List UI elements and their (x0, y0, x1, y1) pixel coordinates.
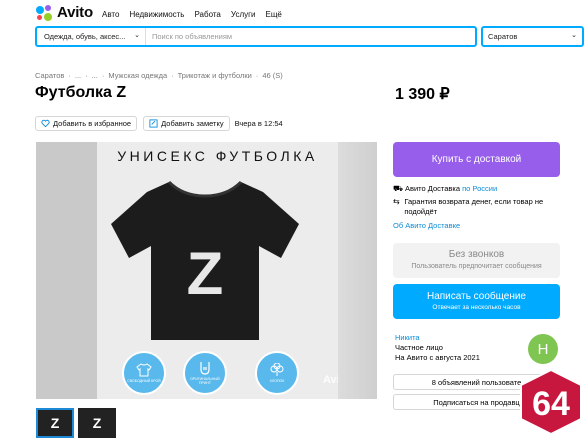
page-title: Футболка Z (35, 84, 127, 101)
city-select[interactable]: Саратов ⌄ (481, 26, 584, 47)
delivery-info: ⛟ Авито Доставка по России ⇆ Гарантия во… (393, 184, 563, 234)
nav-jobs[interactable]: Работа (194, 10, 220, 19)
breadcrumb-separator: · (85, 71, 88, 80)
tshirt-image: Z (111, 180, 299, 340)
thumbnail[interactable]: Z (78, 408, 116, 438)
buy-with-delivery-button[interactable]: Купить с доставкой (393, 142, 560, 177)
rock-hand-icon (200, 362, 210, 375)
chevron-down-icon: ⌄ (134, 32, 140, 39)
note-icon (149, 119, 158, 128)
breadcrumb-item[interactable]: Трикотаж и футболки (178, 71, 252, 80)
search-row: Одежда, обувь, аксес... ⌄ Поиск по объяв… (35, 26, 584, 48)
breadcrumb-item[interactable]: Мужская одежда (108, 71, 167, 80)
add-note-button[interactable]: Добавить заметку (143, 116, 230, 131)
truck-icon: ⛟ (393, 184, 404, 193)
badge-label: ХЛОПОК (269, 379, 285, 383)
seller-name[interactable]: Никита (395, 333, 480, 343)
city-select-label: Саратов (488, 32, 518, 41)
breadcrumb-separator: · (101, 71, 105, 80)
seller-type: Частное лицо (395, 343, 443, 352)
nav-realty[interactable]: Недвижимость (129, 10, 184, 19)
logo-text: Avito (57, 4, 93, 21)
no-calls-panel: Без звонков Пользователь предпочитает со… (393, 243, 560, 278)
guarantee-text: Гарантия возврата денег, если товар не п… (404, 197, 544, 216)
add-note-label: Добавить заметку (161, 119, 224, 128)
listing-actions: Добавить в избранное Добавить заметку Вч… (35, 116, 283, 131)
avatar[interactable]: Н (528, 334, 558, 364)
avito-logo[interactable]: Avito (36, 4, 93, 21)
search-box: Одежда, обувь, аксес... ⌄ Поиск по объяв… (35, 26, 477, 47)
tshirt-print-letter: Z (187, 240, 224, 307)
region-64-badge-text: 64 (532, 385, 570, 423)
seller-since: На Авито с августа 2021 (395, 353, 480, 362)
return-icon: ⇆ (393, 197, 400, 206)
photo-backdrop (338, 142, 377, 399)
about-delivery-link[interactable]: Об Авито Доставке (393, 221, 460, 231)
nav-services[interactable]: Услуги (231, 10, 256, 19)
no-calls-title: Без звонков (448, 249, 505, 260)
cotton-icon (270, 363, 284, 376)
breadcrumb-separator: · (68, 71, 71, 80)
photo-heading: УНИСЕКС ФУТБОЛКА (117, 148, 318, 164)
breadcrumb-separator: · (171, 71, 174, 80)
photo-gallery[interactable]: УНИСЕКС ФУТБОЛКА Z СВОБОДНЫЙ КРОЙ ОРИГИН… (36, 142, 377, 399)
main-nav: Авто Недвижимость Работа Услуги Ещё (102, 10, 282, 19)
write-message-button[interactable]: Написать сообщение Отвечает за несколько… (393, 284, 560, 319)
price: 1 390 ₽ (395, 86, 450, 103)
breadcrumb-item[interactable]: Саратов (35, 71, 64, 80)
thumbnail-strip: Z Z (36, 408, 116, 438)
chevron-down-icon: ⌄ (571, 32, 577, 39)
breadcrumb-separator: · (255, 71, 259, 80)
nav-more[interactable]: Ещё (266, 10, 282, 19)
main-photo: УНИСЕКС ФУТБОЛКА Z СВОБОДНЫЙ КРОЙ ОРИГИН… (97, 142, 350, 399)
category-select-label: Одежда, обувь, аксес... (44, 32, 126, 41)
breadcrumb-item[interactable]: 46 (S) (262, 71, 282, 80)
shirt-icon (136, 363, 152, 377)
write-message-title: Написать сообщение (426, 291, 526, 302)
delivery-region-link[interactable]: по России (462, 184, 497, 193)
seller-info: Никита Частное лицо На Авито с августа 2… (395, 333, 480, 363)
heart-icon (41, 119, 50, 128)
breadcrumb-item[interactable]: ... (92, 71, 98, 80)
region-64-badge: 64 (520, 369, 582, 435)
delivery-prefix: Авито Доставка (405, 184, 460, 193)
publish-date: Вчера в 12:54 (234, 119, 283, 128)
nav-auto[interactable]: Авто (102, 10, 119, 19)
badge-cotton: ХЛОПОК (255, 351, 299, 395)
breadcrumb: Саратов · ... · ... · Мужская одежда · Т… (35, 71, 283, 80)
top-bar: Avito Авто Недвижимость Работа Услуги Ещ… (0, 0, 588, 26)
badge-loose-fit: СВОБОДНЫЙ КРОЙ (122, 351, 166, 395)
badge-label: ОРИГИНАЛЬНЫЙ ПРИНТ (190, 377, 220, 385)
no-calls-subtitle: Пользователь предпочитает сообщения (411, 263, 542, 270)
badge-label: СВОБОДНЫЙ КРОЙ (127, 379, 161, 383)
add-favorite-label: Добавить в избранное (53, 119, 132, 128)
add-favorite-button[interactable]: Добавить в избранное (35, 116, 138, 131)
breadcrumb-item[interactable]: ... (75, 71, 81, 80)
badge-original-print: ОРИГИНАЛЬНЫЙ ПРИНТ (183, 351, 227, 395)
search-input[interactable]: Поиск по объявлениям (146, 28, 475, 45)
logo-dots-icon (36, 4, 54, 21)
category-select[interactable]: Одежда, обувь, аксес... ⌄ (37, 28, 146, 45)
thumbnail[interactable]: Z (36, 408, 74, 438)
write-message-subtitle: Отвечает за несколько часов (432, 304, 521, 311)
